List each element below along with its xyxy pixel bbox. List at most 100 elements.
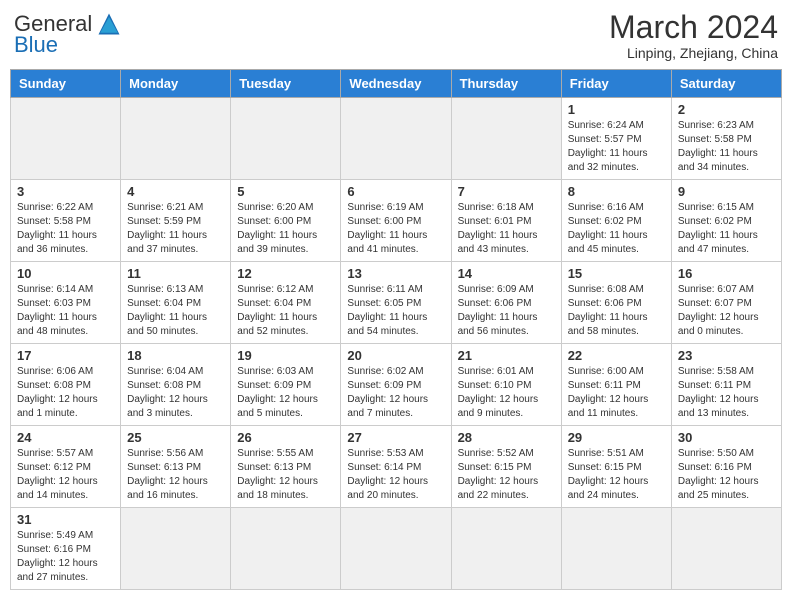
day-info: Sunrise: 6:13 AM Sunset: 6:04 PM Dayligh… [127, 283, 224, 339]
day-number: 8 [568, 184, 665, 199]
calendar-cell: 11Sunrise: 6:13 AM Sunset: 6:04 PM Dayli… [121, 262, 231, 344]
calendar-cell: 12Sunrise: 6:12 AM Sunset: 6:04 PM Dayli… [231, 262, 341, 344]
day-number: 9 [678, 184, 775, 199]
calendar-cell: 8Sunrise: 6:16 AM Sunset: 6:02 PM Daylig… [561, 180, 671, 262]
calendar-cell: 14 Sunrise: 6:09 AM Sunset: 6:06 PM Dayli… [451, 262, 561, 344]
calendar-cell: 21 Sunrise: 6:01 AM Sunset: 6:10 PM Dayli… [451, 344, 561, 426]
calendar-cell: 30 Sunrise: 5:50 AM Sunset: 6:16 PM Dayli… [671, 426, 781, 508]
calendar-cell: 20Sunrise: 6:02 AM Sunset: 6:09 PM Dayli… [341, 344, 451, 426]
title-area: March 2024 Linping, Zhejiang, China [609, 10, 778, 61]
month-title: March 2024 [609, 10, 778, 45]
day-number: 31 [17, 512, 114, 527]
day-number: 7 [458, 184, 555, 199]
calendar-cell: 19 Sunrise: 6:03 AM Sunset: 6:09 PM Dayli… [231, 344, 341, 426]
day-number: 28 [458, 430, 555, 445]
calendar-cell: 4 Sunrise: 6:21 AM Sunset: 5:59 PM Daylig… [121, 180, 231, 262]
day-number: 29 [568, 430, 665, 445]
day-info: Sunrise: 6:18 AM Sunset: 6:01 PM Dayligh… [458, 201, 555, 257]
calendar-cell: 9 Sunrise: 6:15 AM Sunset: 6:02 PM Daylig… [671, 180, 781, 262]
day-info: Sunrise: 6:04 AM Sunset: 6:08 PM Dayligh… [127, 365, 224, 421]
day-info: Sunrise: 5:49 AM Sunset: 6:16 PM Dayligh… [17, 529, 114, 585]
calendar-week-row: 10 Sunrise: 6:14 AM Sunset: 6:03 PM Dayli… [11, 262, 782, 344]
day-info: Sunrise: 6:15 AM Sunset: 6:02 PM Dayligh… [678, 201, 775, 257]
calendar-cell: 29 Sunrise: 5:51 AM Sunset: 6:15 PM Dayli… [561, 426, 671, 508]
calendar-cell [561, 508, 671, 590]
day-info: Sunrise: 6:21 AM Sunset: 5:59 PM Dayligh… [127, 201, 224, 257]
calendar-cell: 17 Sunrise: 6:06 AM Sunset: 6:08 PM Dayli… [11, 344, 121, 426]
day-number: 27 [347, 430, 444, 445]
day-number: 10 [17, 266, 114, 281]
calendar-cell [341, 508, 451, 590]
day-number: 16 [678, 266, 775, 281]
day-number: 23 [678, 348, 775, 363]
calendar-header-row: SundayMondayTuesdayWednesdayThursdayFrid… [11, 70, 782, 98]
day-info: Sunrise: 6:11 AM Sunset: 6:05 PM Dayligh… [347, 283, 444, 339]
calendar-cell: 18Sunrise: 6:04 AM Sunset: 6:08 PM Dayli… [121, 344, 231, 426]
calendar-cell: 16Sunrise: 6:07 AM Sunset: 6:07 PM Dayli… [671, 262, 781, 344]
day-info: Sunrise: 6:23 AM Sunset: 5:58 PM Dayligh… [678, 119, 775, 175]
calendar-cell: 27Sunrise: 5:53 AM Sunset: 6:14 PM Dayli… [341, 426, 451, 508]
calendar-cell: 3Sunrise: 6:22 AM Sunset: 5:58 PM Daylig… [11, 180, 121, 262]
day-number: 3 [17, 184, 114, 199]
day-number: 24 [17, 430, 114, 445]
day-info: Sunrise: 5:51 AM Sunset: 6:15 PM Dayligh… [568, 447, 665, 503]
calendar-week-row: 3Sunrise: 6:22 AM Sunset: 5:58 PM Daylig… [11, 180, 782, 262]
day-info: Sunrise: 5:58 AM Sunset: 6:11 PM Dayligh… [678, 365, 775, 421]
calendar-cell [121, 98, 231, 180]
calendar-cell: 13 Sunrise: 6:11 AM Sunset: 6:05 PM Dayli… [341, 262, 451, 344]
day-number: 1 [568, 102, 665, 117]
logo-icon [95, 10, 123, 38]
day-number: 25 [127, 430, 224, 445]
calendar-table: SundayMondayTuesdayWednesdayThursdayFrid… [10, 69, 782, 590]
calendar-cell [451, 508, 561, 590]
calendar-week-row: 17 Sunrise: 6:06 AM Sunset: 6:08 PM Dayli… [11, 344, 782, 426]
calendar-cell [451, 98, 561, 180]
day-info: Sunrise: 6:06 AM Sunset: 6:08 PM Dayligh… [17, 365, 114, 421]
calendar-week-row: 1 Sunrise: 6:24 AM Sunset: 5:57 PM Daylig… [11, 98, 782, 180]
day-number: 19 [237, 348, 334, 363]
calendar-cell: 10 Sunrise: 6:14 AM Sunset: 6:03 PM Dayli… [11, 262, 121, 344]
day-info: Sunrise: 6:12 AM Sunset: 6:04 PM Dayligh… [237, 283, 334, 339]
calendar-cell [231, 508, 341, 590]
location-subtitle: Linping, Zhejiang, China [609, 45, 778, 61]
calendar-cell [11, 98, 121, 180]
day-info: Sunrise: 6:01 AM Sunset: 6:10 PM Dayligh… [458, 365, 555, 421]
day-number: 14 [458, 266, 555, 281]
calendar-week-row: 31 Sunrise: 5:49 AM Sunset: 6:16 PM Dayli… [11, 508, 782, 590]
calendar-cell: 25 Sunrise: 5:56 AM Sunset: 6:13 PM Dayli… [121, 426, 231, 508]
day-number: 21 [458, 348, 555, 363]
calendar-cell [231, 98, 341, 180]
day-info: Sunrise: 5:50 AM Sunset: 6:16 PM Dayligh… [678, 447, 775, 503]
day-info: Sunrise: 6:20 AM Sunset: 6:00 PM Dayligh… [237, 201, 334, 257]
logo-blue-text: Blue [14, 34, 58, 56]
col-header-sunday: Sunday [11, 70, 121, 98]
calendar-cell: 26 Sunrise: 5:55 AM Sunset: 6:13 PM Dayli… [231, 426, 341, 508]
calendar-cell [341, 98, 451, 180]
day-info: Sunrise: 6:09 AM Sunset: 6:06 PM Dayligh… [458, 283, 555, 339]
day-info: Sunrise: 6:00 AM Sunset: 6:11 PM Dayligh… [568, 365, 665, 421]
calendar-cell [671, 508, 781, 590]
header: General Blue March 2024 Linping, Zhejian… [10, 10, 782, 61]
calendar-cell: 15Sunrise: 6:08 AM Sunset: 6:06 PM Dayli… [561, 262, 671, 344]
calendar-cell: 2Sunrise: 6:23 AM Sunset: 5:58 PM Daylig… [671, 98, 781, 180]
day-info: Sunrise: 6:14 AM Sunset: 6:03 PM Dayligh… [17, 283, 114, 339]
day-number: 5 [237, 184, 334, 199]
calendar-cell: 6Sunrise: 6:19 AM Sunset: 6:00 PM Daylig… [341, 180, 451, 262]
day-info: Sunrise: 6:03 AM Sunset: 6:09 PM Dayligh… [237, 365, 334, 421]
day-number: 17 [17, 348, 114, 363]
day-number: 13 [347, 266, 444, 281]
day-number: 4 [127, 184, 224, 199]
col-header-tuesday: Tuesday [231, 70, 341, 98]
day-number: 26 [237, 430, 334, 445]
calendar-week-row: 24Sunrise: 5:57 AM Sunset: 6:12 PM Dayli… [11, 426, 782, 508]
col-header-friday: Friday [561, 70, 671, 98]
day-info: Sunrise: 5:55 AM Sunset: 6:13 PM Dayligh… [237, 447, 334, 503]
calendar-cell: 1 Sunrise: 6:24 AM Sunset: 5:57 PM Daylig… [561, 98, 671, 180]
day-info: Sunrise: 6:24 AM Sunset: 5:57 PM Dayligh… [568, 119, 665, 175]
day-number: 6 [347, 184, 444, 199]
calendar-cell: 24Sunrise: 5:57 AM Sunset: 6:12 PM Dayli… [11, 426, 121, 508]
calendar-cell [121, 508, 231, 590]
logo: General Blue [14, 10, 123, 56]
day-number: 30 [678, 430, 775, 445]
day-info: Sunrise: 5:56 AM Sunset: 6:13 PM Dayligh… [127, 447, 224, 503]
